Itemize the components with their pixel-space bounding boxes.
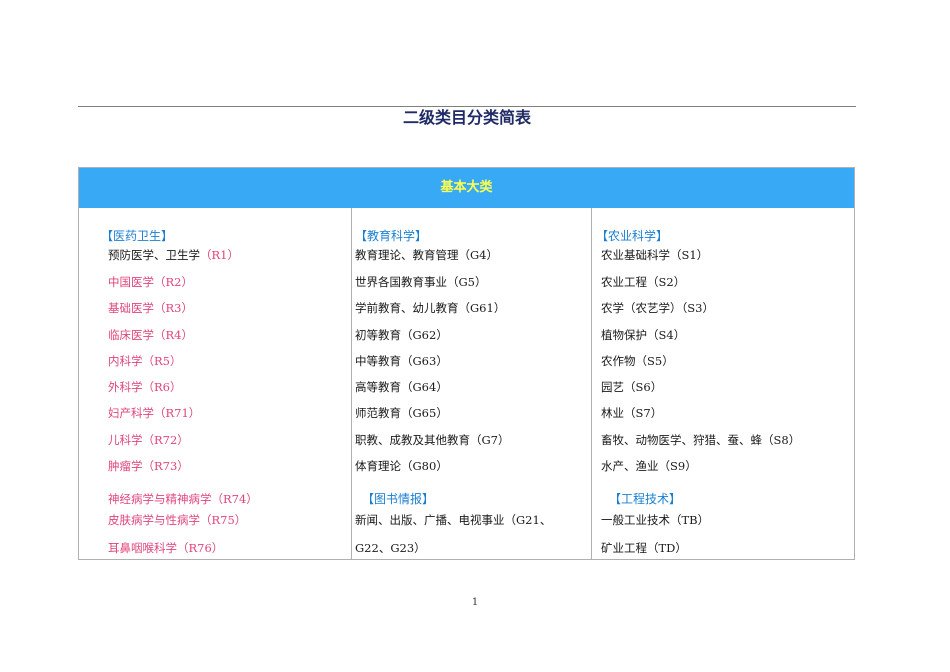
section-heading-engineering: 【工程技术】 — [609, 492, 682, 506]
list-item: 矿业工程（TD） — [601, 541, 687, 555]
list-item: G22、G23） — [355, 541, 426, 555]
page-number: 1 — [471, 597, 479, 608]
list-item: 预防医学、卫生学（R1） — [108, 248, 239, 262]
list-item: 教育理论、教育管理（G4） — [355, 248, 499, 262]
list-item: 植物保护（S4） — [601, 328, 686, 342]
list-item: 一般工业技术（TB） — [601, 513, 710, 527]
column-education: 【教育科学】 教育理论、教育管理（G4） 世界各国教育事业（G5） 学前教育、幼… — [351, 208, 592, 559]
table-body: 【医药卫生】 预防医学、卫生学（R1） 中国医学（R2） 基础医学（R3） 临床… — [79, 208, 854, 559]
list-item: 职教、成教及其他教育（G7） — [355, 433, 510, 447]
section-heading-library: 【图书情报】 — [362, 492, 435, 506]
list-item: 林业（S7） — [601, 406, 663, 420]
list-item: 儿科学（R72） — [108, 433, 189, 447]
page-title: 二级类目分类简表 — [402, 108, 531, 127]
list-item: 农业工程（S2） — [601, 275, 686, 289]
list-item: 园艺（S6） — [601, 380, 663, 394]
list-item: 新闻、出版、广播、电视事业（G21、 — [355, 513, 552, 527]
list-item: 水产、渔业（S9） — [601, 459, 697, 473]
list-item: 耳鼻咽喉科学（R76） — [108, 541, 224, 555]
list-item: 临床医学（R4） — [108, 328, 193, 342]
list-item: 肿瘤学（R73） — [108, 459, 189, 473]
section-heading-education: 【教育科学】 — [355, 229, 428, 243]
list-item: 师范教育（G65） — [355, 406, 448, 420]
column-medicine: 【医药卫生】 预防医学、卫生学（R1） 中国医学（R2） 基础医学（R3） 临床… — [79, 208, 352, 559]
list-item: 中等教育（G63） — [355, 354, 448, 368]
list-item: 体育理论（G80） — [355, 459, 448, 473]
list-item: 外科学（R6） — [108, 380, 182, 394]
list-item: 皮肤病学与性病学（R75） — [108, 513, 247, 527]
list-item: 学前教育、幼儿教育（G61） — [355, 301, 506, 315]
list-item: 中国医学（R2） — [108, 275, 193, 289]
list-item: 神经病学与精神病学（R74） — [108, 492, 258, 506]
column-agriculture: 【农业科学】 农业基础科学（S1） 农业工程（S2） 农学（农艺学）（S3） 植… — [592, 208, 854, 559]
list-item: 妇产科学（R71） — [108, 406, 201, 420]
section-heading-agriculture: 【农业科学】 — [596, 229, 669, 243]
list-item: 内科学（R5） — [108, 354, 182, 368]
list-item: 农业基础科学（S1） — [601, 248, 709, 262]
list-item: 基础医学（R3） — [108, 301, 193, 315]
table-header: 基本大类 — [79, 168, 854, 208]
section-heading-medicine: 【医药卫生】 — [101, 229, 174, 243]
item-text: 预防医学、卫生学 — [108, 248, 200, 262]
list-item: 农学（农艺学）（S3） — [601, 301, 714, 315]
list-item: 初等教育（G62） — [355, 328, 448, 342]
list-item: 高等教育（G64） — [355, 380, 448, 394]
list-item: 世界各国教育事业（G5） — [355, 275, 487, 289]
list-item: 农作物（S5） — [601, 354, 674, 368]
list-item: 畜牧、动物医学、狩猎、蚕、蜂（S8） — [601, 433, 801, 447]
item-code: （R1） — [200, 248, 239, 262]
category-table: 基本大类 【医药卫生】 预防医学、卫生学（R1） 中国医学（R2） 基础医学（R… — [78, 167, 855, 560]
